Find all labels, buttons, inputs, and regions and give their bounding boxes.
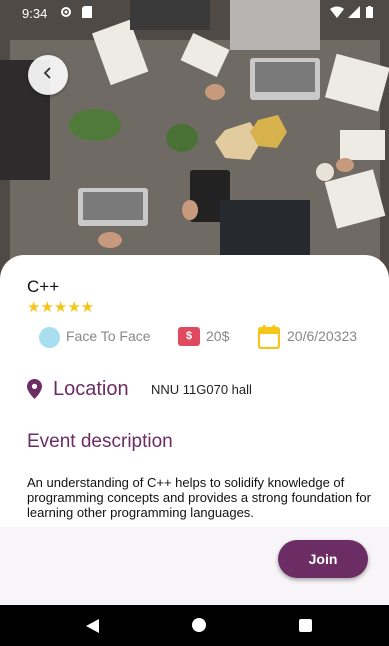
star-icons: ★★★★★ xyxy=(27,299,95,316)
sim-icon xyxy=(82,6,92,21)
home-circle-icon[interactable] xyxy=(192,618,206,632)
battery-icon xyxy=(366,6,373,21)
event-details-sheet: C++ ★★★★★ Face To Face $ 20$ 20/6/20323 … xyxy=(0,255,389,527)
location-pin-icon xyxy=(27,379,42,404)
description-text: An understanding of C++ helps to solidif… xyxy=(27,475,371,520)
price-tag-icon: $ xyxy=(178,327,200,346)
description-heading: Event description xyxy=(27,431,173,452)
join-button[interactable]: Join xyxy=(278,540,368,578)
event-hero-image xyxy=(0,0,389,290)
android-nav-bar xyxy=(0,605,389,646)
event-info-row: Face To Face $ 20$ 20/6/20323 xyxy=(0,325,389,352)
event-mode: Face To Face xyxy=(66,328,151,344)
recents-square-icon[interactable] xyxy=(299,619,312,632)
status-time: 9:34 xyxy=(22,6,48,21)
chevron-left-icon xyxy=(41,66,55,85)
photo-illustration xyxy=(0,0,389,290)
settings-icon xyxy=(60,6,72,21)
event-price: 20$ xyxy=(206,328,230,344)
back-button[interactable] xyxy=(28,55,68,95)
location-label: Location xyxy=(53,378,129,400)
status-bar: 9:34 xyxy=(0,0,389,26)
wifi-icon xyxy=(330,6,344,21)
back-triangle-icon[interactable] xyxy=(86,619,99,638)
calendar-icon xyxy=(257,325,281,352)
circle-icon xyxy=(39,327,60,348)
rating-stars: ★★★★★ xyxy=(27,300,94,316)
location-value: NNU 11G070 hall xyxy=(151,382,252,397)
signal-icon xyxy=(348,6,360,21)
event-date: 20/6/20323 xyxy=(287,328,358,344)
event-title: C++ xyxy=(27,277,60,296)
action-bar: Join xyxy=(0,527,389,605)
